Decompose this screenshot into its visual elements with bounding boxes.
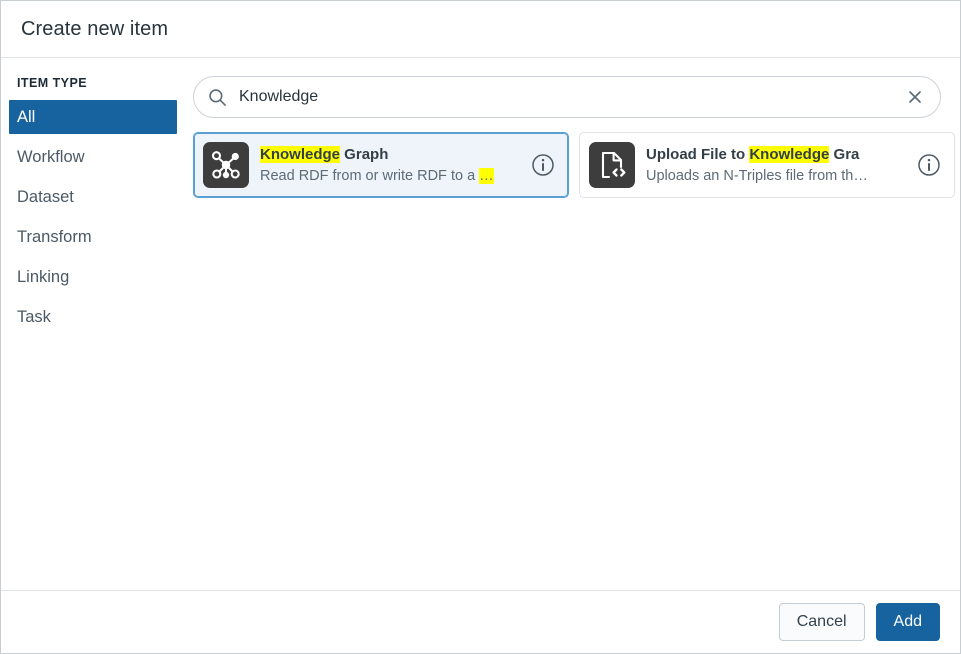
file-code-icon xyxy=(589,142,635,188)
page-title: Create new item xyxy=(21,17,169,40)
close-icon[interactable] xyxy=(904,86,926,108)
info-icon[interactable] xyxy=(531,153,555,177)
sidebar-list: All Workflow Dataset Transform Linking T… xyxy=(1,100,191,340)
sidebar-item-label: Workflow xyxy=(17,147,85,166)
sidebar-item-label: Dataset xyxy=(17,187,74,206)
knowledge-graph-icon xyxy=(203,142,249,188)
add-button[interactable]: Add xyxy=(875,603,940,641)
card-title: Upload File to Knowledge Gra xyxy=(646,145,860,163)
card-description: Uploads an N-Triples file from th… xyxy=(646,167,868,184)
sidebar-item-label: Linking xyxy=(17,267,70,286)
sidebar-item-label: All xyxy=(17,107,36,126)
sidebar-heading: ITEM TYPE xyxy=(17,76,88,90)
result-card-upload-file-to-knowledge-graph[interactable]: Upload File to Knowledge Gra Uploads an … xyxy=(579,132,955,198)
search-input[interactable] xyxy=(239,77,894,117)
card-title: Knowledge Graph xyxy=(260,145,389,163)
item-type-sidebar: ITEM TYPE All Workflow Dataset Transform… xyxy=(1,58,191,590)
card-text: Upload File to Knowledge Gra Uploads an … xyxy=(646,145,913,186)
main-panel: Knowledge Graph Read RDF from or write R… xyxy=(191,58,960,590)
sidebar-item-dataset[interactable]: Dataset xyxy=(1,180,191,214)
info-icon[interactable] xyxy=(917,153,941,177)
card-text: Knowledge Graph Read RDF from or write R… xyxy=(260,145,527,186)
dialog-footer: Cancel Add xyxy=(1,591,960,653)
dialog-header: Create new item xyxy=(1,1,960,58)
results-list: Knowledge Graph Read RDF from or write R… xyxy=(193,132,955,198)
card-description: Read RDF from or write RDF to a … xyxy=(260,167,494,184)
search-icon xyxy=(209,88,226,106)
sidebar-item-transform[interactable]: Transform xyxy=(1,220,191,254)
search-bar xyxy=(193,76,941,118)
sidebar-item-workflow[interactable]: Workflow xyxy=(1,140,191,174)
sidebar-item-linking[interactable]: Linking xyxy=(1,260,191,294)
cancel-button[interactable]: Cancel xyxy=(778,603,865,641)
result-card-knowledge-graph[interactable]: Knowledge Graph Read RDF from or write R… xyxy=(193,132,569,198)
sidebar-item-all[interactable]: All xyxy=(9,100,177,134)
dialog-body: ITEM TYPE All Workflow Dataset Transform… xyxy=(1,58,960,591)
create-new-item-dialog: Create new item ITEM TYPE All Workflow D… xyxy=(0,0,961,654)
sidebar-item-task[interactable]: Task xyxy=(1,300,191,334)
sidebar-item-label: Transform xyxy=(17,227,92,246)
sidebar-item-label: Task xyxy=(17,307,51,326)
